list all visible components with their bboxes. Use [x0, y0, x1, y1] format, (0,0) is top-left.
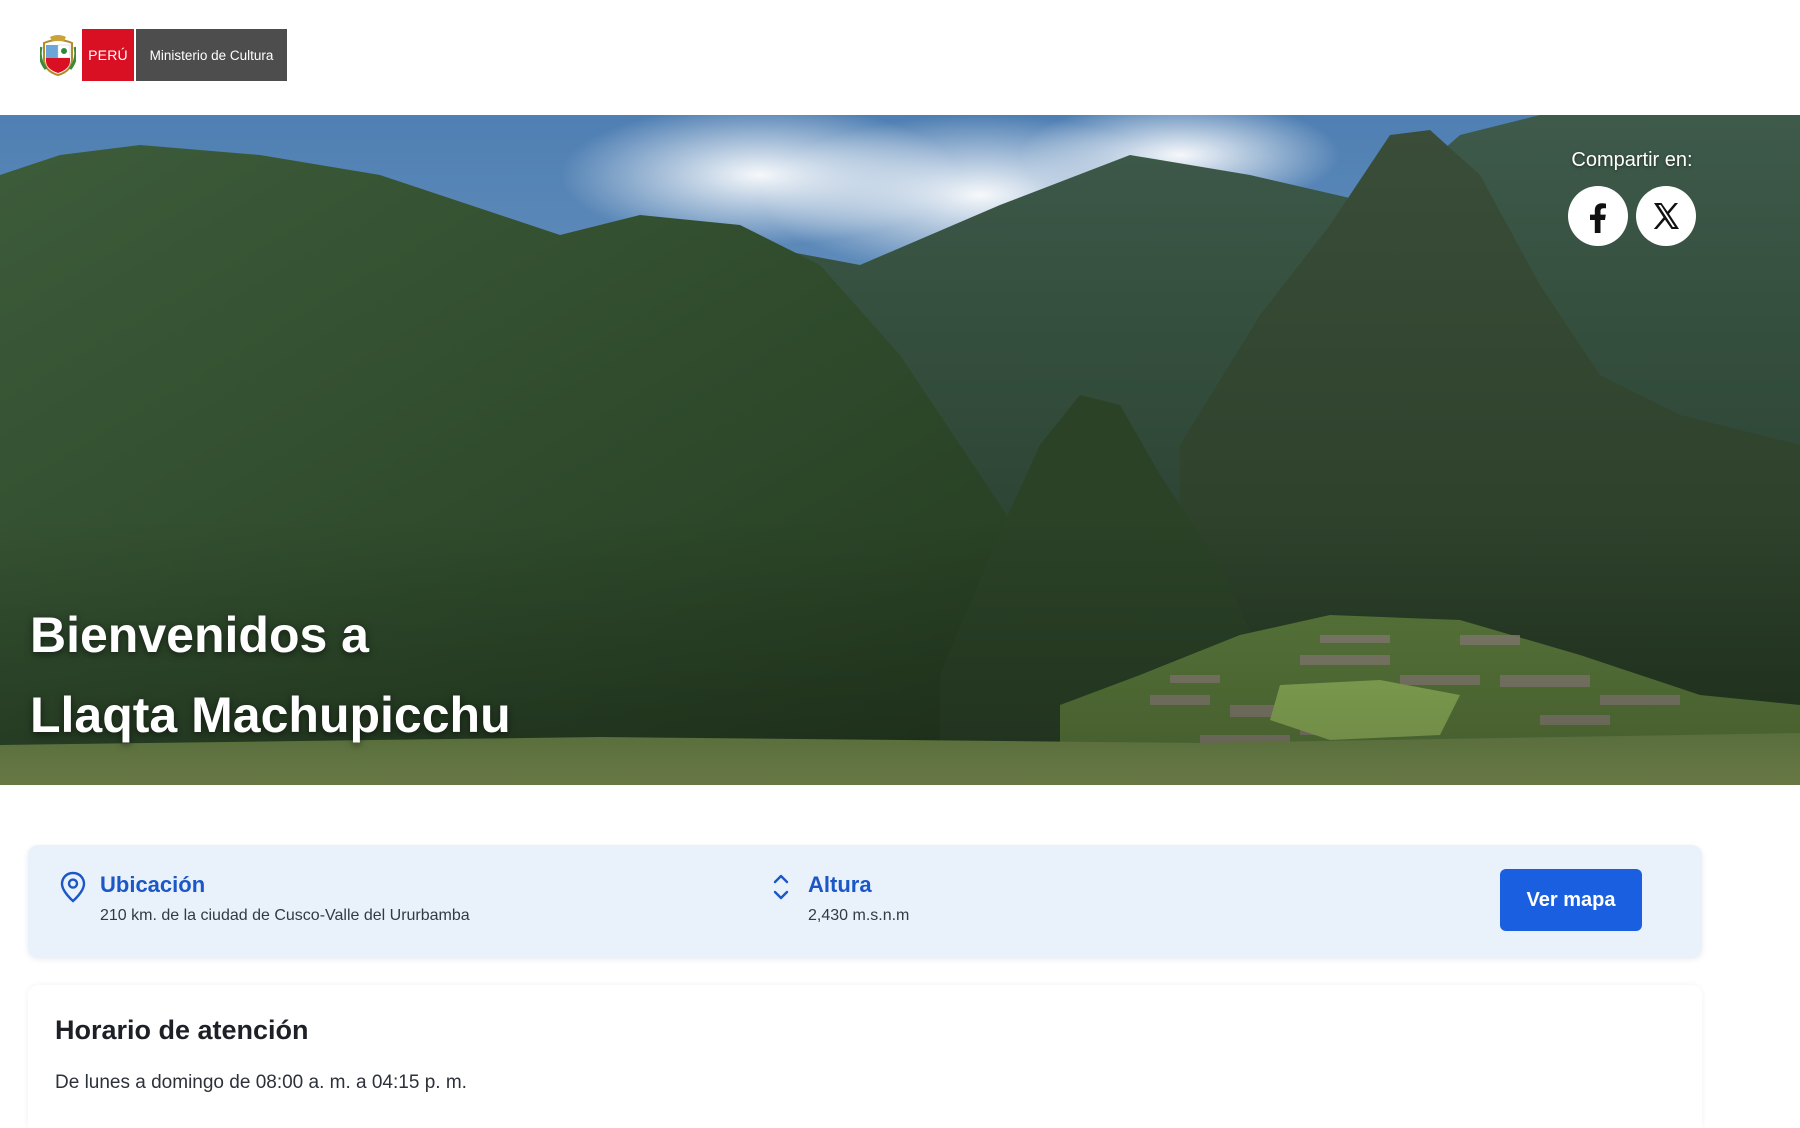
- schedule-text: De lunes a domingo de 08:00 a. m. a 04:1…: [55, 1072, 467, 1093]
- peru-coat-of-arms-icon: [38, 29, 78, 81]
- schedule-title: Horario de atención: [55, 1015, 309, 1045]
- altitude-info: Altura 2,430 m.s.n.m: [764, 871, 909, 925]
- facebook-share-button[interactable]: [1568, 186, 1628, 246]
- x-share-button[interactable]: [1636, 186, 1696, 246]
- logo-country-label: PERÚ: [82, 29, 134, 81]
- site-header: PERÚ Ministerio de Cultura: [0, 0, 1800, 115]
- altitude-title: Altura: [808, 872, 872, 897]
- hero-title-line2: Llaqta Machupicchu: [30, 687, 511, 743]
- hero-banner: Compartir en: Bienvenidos a Llaqta Machu…: [0, 115, 1800, 785]
- schedule-card: Horario de atención De lunes a domingo d…: [28, 985, 1702, 1128]
- up-down-chevron-icon: [764, 871, 798, 905]
- share-icons: [1562, 186, 1702, 246]
- hero-title: Bienvenidos a Llaqta Machupicchu: [30, 595, 511, 755]
- x-icon: [1653, 203, 1679, 229]
- hero-title-line1: Bienvenidos a: [30, 607, 369, 663]
- location-title: Ubicación: [100, 872, 206, 897]
- ministerio-cultura-logo[interactable]: PERÚ Ministerio de Cultura: [38, 29, 287, 81]
- facebook-icon: [1590, 203, 1606, 233]
- site-info-bar: Ubicación 210 km. de la ciudad de Cusco-…: [28, 845, 1702, 957]
- location-value: 210 km. de la ciudad de Cusco-Valle del …: [100, 907, 470, 924]
- logo-ministry-label: Ministerio de Cultura: [136, 29, 287, 81]
- location-pin-icon: [56, 871, 90, 905]
- view-map-button[interactable]: Ver mapa: [1500, 869, 1642, 931]
- altitude-value: 2,430 m.s.n.m: [808, 907, 910, 924]
- location-info: Ubicación 210 km. de la ciudad de Cusco-…: [56, 871, 470, 925]
- share-label: Compartir en:: [1571, 149, 1693, 171]
- share-panel: Compartir en:: [1562, 149, 1702, 246]
